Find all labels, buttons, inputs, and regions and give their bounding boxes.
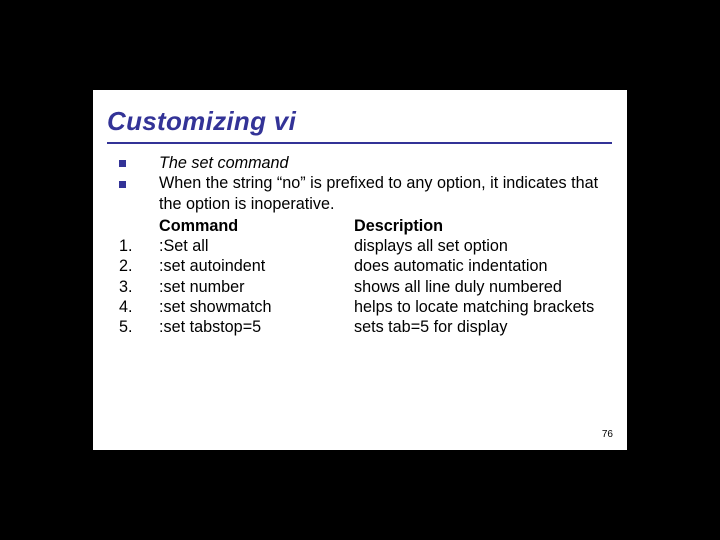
item-columns: :set showmatch helps to locate matching … [159, 297, 612, 317]
bullet-subtitle-row: The set command [107, 152, 612, 173]
subtitle-text: The set command [159, 152, 612, 173]
header-command: Command [159, 216, 354, 236]
item-columns: :set tabstop=5 sets tab=5 for display [159, 317, 612, 337]
square-bullet-icon [107, 152, 159, 172]
column-headers: Command Description [159, 216, 612, 236]
bullet-lead-row: When the string “no” is prefixed to any … [107, 173, 612, 236]
item-command: :Set all [159, 236, 354, 256]
item-number: 5. [107, 317, 159, 337]
item-number: 2. [107, 256, 159, 276]
item-columns: :Set all displays all set option [159, 236, 612, 256]
list-item: 2. :set autoindent does automatic indent… [107, 256, 612, 276]
item-description: shows all line duly numbered [354, 277, 612, 297]
list-item: 5. :set tabstop=5 sets tab=5 for display [107, 317, 612, 337]
title-underline [107, 142, 612, 144]
item-command: :set number [159, 277, 354, 297]
item-columns: :set autoindent does automatic indentati… [159, 256, 612, 276]
page-number: 76 [602, 429, 613, 440]
slide-body: The set command When the string “no” is … [107, 152, 612, 337]
item-command: :set showmatch [159, 297, 354, 317]
item-command: :set tabstop=5 [159, 317, 354, 337]
item-description: displays all set option [354, 236, 612, 256]
square-bullet-icon [107, 173, 159, 193]
item-description: helps to locate matching brackets [354, 297, 612, 317]
slide: Customizing vi The set command When the … [93, 90, 627, 450]
slide-title: Customizing vi [107, 106, 296, 137]
lead-block: When the string “no” is prefixed to any … [159, 173, 612, 236]
list-item: 3. :set number shows all line duly numbe… [107, 277, 612, 297]
item-description: sets tab=5 for display [354, 317, 612, 337]
item-columns: :set number shows all line duly numbered [159, 277, 612, 297]
item-number: 4. [107, 297, 159, 317]
item-command: :set autoindent [159, 256, 354, 276]
item-number: 1. [107, 236, 159, 256]
header-description: Description [354, 216, 612, 236]
item-description: does automatic indentation [354, 256, 612, 276]
item-number: 3. [107, 277, 159, 297]
lead-text: When the string “no” is prefixed to any … [159, 173, 612, 216]
list-item: 1. :Set all displays all set option [107, 236, 612, 256]
list-item: 4. :set showmatch helps to locate matchi… [107, 297, 612, 317]
